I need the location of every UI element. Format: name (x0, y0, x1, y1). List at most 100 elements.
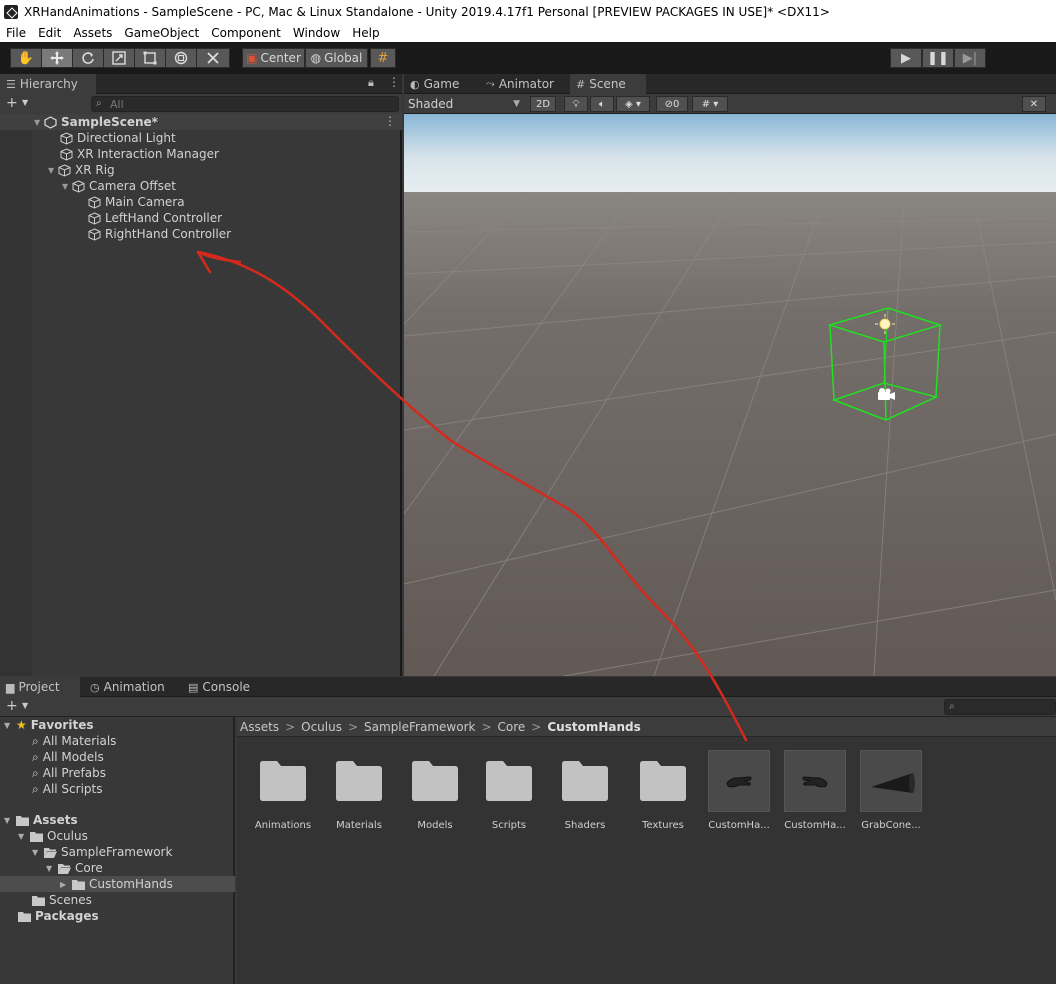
menu-assets[interactable]: Assets (67, 26, 118, 40)
grid-dropdown[interactable]: # ▾ (692, 96, 728, 112)
folder-icon: ▆ (6, 680, 15, 694)
panel-menu-icon[interactable]: ⋮ (388, 75, 400, 89)
hierarchy-item[interactable]: XR Interaction Manager (60, 146, 219, 162)
scene-tools-button[interactable]: ✕ (1022, 96, 1046, 112)
rotate-tool-button[interactable] (72, 48, 104, 68)
menu-file[interactable]: File (0, 26, 32, 40)
hierarchy-item[interactable]: RightHand Controller (88, 226, 231, 242)
shading-mode-dropdown[interactable]: Shaded ▼ (404, 95, 524, 113)
breadcrumb-item[interactable]: Oculus (301, 720, 342, 734)
tree-packages[interactable]: Packages (18, 908, 99, 924)
tree-assets[interactable]: ▼ Assets (4, 812, 78, 828)
rect-tool-button[interactable] (134, 48, 166, 68)
tree-item-sampleframework[interactable]: ▼ SampleFramework (32, 844, 172, 860)
expand-arrow-icon[interactable]: ▼ (48, 166, 58, 175)
project-search-input[interactable]: ⌕ (944, 699, 1056, 715)
breadcrumb-item[interactable]: Core (498, 720, 526, 734)
asset-folder[interactable]: Scripts (474, 750, 544, 840)
tree-favorites[interactable]: ▼ ★ Favorites (4, 717, 93, 733)
lock-icon[interactable]: 🔒︎ (368, 76, 374, 90)
transform-tool-button[interactable] (165, 48, 197, 68)
menu-help[interactable]: Help (346, 26, 385, 40)
tree-item[interactable]: ⌕ All Prefabs (32, 765, 106, 781)
tree-item[interactable]: ⌕ All Scripts (32, 781, 102, 797)
tab-game[interactable]: ◐ Game (404, 74, 478, 94)
scale-tool-button[interactable] (103, 48, 135, 68)
search-icon: ⌕ (32, 765, 39, 780)
asset-folder[interactable]: Materials (324, 750, 394, 840)
tab-scene[interactable]: # Scene (570, 74, 646, 94)
breadcrumb-item[interactable]: Assets (240, 720, 279, 734)
asset-label: GrabCone... (861, 820, 921, 831)
hand-tool-button[interactable]: ✋ (10, 48, 42, 68)
asset-folder[interactable]: Models (400, 750, 470, 840)
hand-model-icon (726, 776, 752, 788)
step-button[interactable]: ▶| (954, 48, 986, 68)
hierarchy-item[interactable]: Main Camera (88, 194, 185, 210)
chevron-down-icon[interactable]: ▼ (22, 98, 28, 107)
hierarchy-item[interactable]: LeftHand Controller (88, 210, 222, 226)
hierarchy-search-input[interactable]: ⌕ All (91, 96, 399, 112)
scene-name: SampleScene* (61, 115, 158, 129)
collapse-arrow-icon[interactable]: ▶ (60, 880, 72, 889)
move-icon (50, 51, 64, 65)
tree-item-core[interactable]: ▼ Core (46, 860, 103, 876)
tab-project[interactable]: ▆ Project (0, 677, 80, 697)
breadcrumb-item[interactable]: SampleFramework (364, 720, 475, 734)
asset-prefab[interactable]: CustomHa... (704, 750, 774, 840)
breadcrumb-current[interactable]: CustomHands (547, 720, 640, 734)
hidden-objects-toggle[interactable]: ⊘ 0 (656, 96, 688, 112)
asset-folder[interactable]: Shaders (550, 750, 620, 840)
chevron-down-icon[interactable]: ▼ (22, 701, 28, 710)
tree-item-customhands[interactable]: ▶ CustomHands (60, 876, 173, 892)
breadcrumb: Assets > Oculus > SampleFramework > Core… (237, 717, 1056, 737)
menu-component[interactable]: Component (205, 26, 287, 40)
hierarchy-add-button[interactable]: + (6, 95, 18, 111)
lighting-toggle[interactable]: 💡︎ (564, 96, 588, 112)
hierarchy-item[interactable]: Directional Light (60, 130, 176, 146)
expand-arrow-icon[interactable]: ▼ (4, 721, 16, 730)
move-tool-button[interactable] (41, 48, 73, 68)
tree-item-oculus[interactable]: ▼ Oculus (18, 828, 88, 844)
tab-console[interactable]: ▤ Console (182, 677, 262, 697)
asset-folder[interactable]: Animations (248, 750, 318, 840)
pause-button[interactable]: ❚❚ (922, 48, 954, 68)
custom-tool-button[interactable] (196, 48, 230, 68)
tree-item[interactable]: ⌕ All Materials (32, 733, 116, 749)
folder-icon (72, 879, 85, 890)
speaker-icon: 🔈︎ (599, 98, 605, 110)
toggle-2d-button[interactable]: 2D (530, 96, 556, 112)
asset-prefab[interactable]: CustomHa... (780, 750, 850, 840)
hierarchy-item-label: Directional Light (77, 131, 176, 145)
tree-item-scenes[interactable]: Scenes (32, 892, 92, 908)
tab-animator[interactable]: ⤳ Animator (480, 74, 566, 94)
expand-arrow-icon[interactable]: ▼ (34, 118, 44, 127)
pivot-global-toggle[interactable]: ◍ Global (305, 48, 368, 68)
layers-icon: ◈ ▾ (625, 98, 641, 110)
expand-arrow-icon[interactable]: ▼ (46, 864, 58, 873)
audio-toggle[interactable]: 🔈︎ (590, 96, 614, 112)
tab-animation[interactable]: ◷ Animation (84, 677, 174, 697)
hierarchy-item[interactable]: ▼ Camera Offset (62, 178, 176, 194)
hierarchy-item[interactable]: ▼ XR Rig (48, 162, 115, 178)
play-button[interactable]: ▶ (890, 48, 922, 68)
project-add-button[interactable]: + (6, 698, 18, 714)
expand-arrow-icon[interactable]: ▼ (4, 816, 16, 825)
expand-arrow-icon[interactable]: ▼ (62, 182, 72, 191)
grid-snap-button[interactable]: # (370, 48, 396, 68)
tab-hierarchy[interactable]: ☰ Hierarchy (0, 74, 96, 94)
menu-gameobject[interactable]: GameObject (118, 26, 205, 40)
expand-arrow-icon[interactable]: ▼ (32, 848, 44, 857)
scene-header-row[interactable]: ▼ SampleScene* ⋮ (34, 114, 400, 130)
menu-edit[interactable]: Edit (32, 26, 67, 40)
pivot-center-toggle[interactable]: ▣ Center (242, 48, 305, 68)
scene-viewport[interactable] (404, 114, 1056, 676)
tree-item-label: All Scripts (42, 782, 103, 796)
effects-dropdown[interactable]: ◈ ▾ (616, 96, 650, 112)
tree-item[interactable]: ⌕ All Models (32, 749, 104, 765)
menu-window[interactable]: Window (287, 26, 346, 40)
scene-menu-icon[interactable]: ⋮ (384, 114, 396, 128)
expand-arrow-icon[interactable]: ▼ (18, 832, 30, 841)
asset-folder[interactable]: Textures (628, 750, 698, 840)
asset-prefab[interactable]: GrabCone... (856, 750, 926, 840)
